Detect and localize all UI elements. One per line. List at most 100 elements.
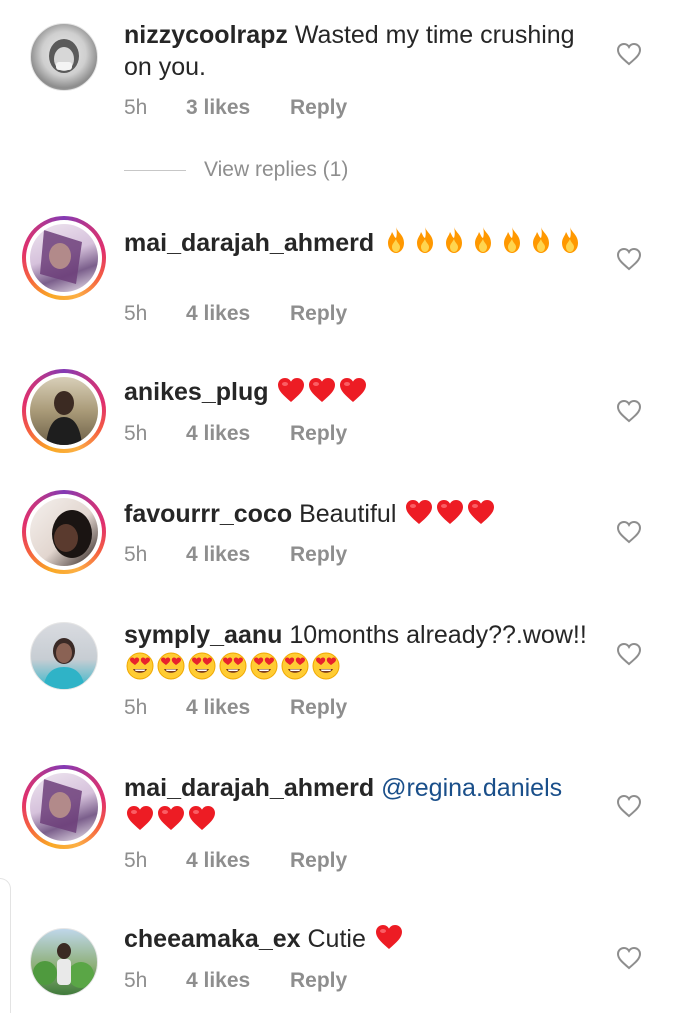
comment-username[interactable]: mai_darajah_ahmerd — [124, 229, 374, 257]
red-heart-emoji-icon — [404, 498, 434, 534]
avatar[interactable] — [22, 765, 106, 849]
comment-time: 5h — [124, 543, 148, 566]
heart-outline-icon[interactable] — [616, 520, 642, 544]
comment-meta: 5h 4 likes Reply — [124, 543, 347, 567]
avatar-photo — [43, 638, 85, 689]
comment-text: mai_darajah_ahmerd — [124, 225, 594, 263]
comment-meta: 5h 4 likes Reply — [124, 696, 347, 720]
reply-button[interactable]: Reply — [290, 422, 347, 446]
comment-likes[interactable]: 3 likes — [186, 96, 290, 120]
reply-button[interactable]: Reply — [290, 696, 347, 720]
comment-text: nizzycoolrapz Wasted my time crushing on… — [124, 19, 594, 83]
heart-eyes-emoji-icon — [280, 651, 310, 689]
red-heart-emoji-icon — [276, 376, 306, 412]
red-heart-emoji-icon — [374, 923, 404, 959]
view-replies-label: View replies (1) — [204, 158, 349, 181]
comment-emoji — [124, 652, 341, 683]
avatar[interactable] — [30, 928, 98, 996]
avatar-photo — [52, 510, 92, 558]
avatar[interactable] — [30, 622, 98, 690]
heart-outline-icon[interactable] — [616, 946, 642, 970]
heart-outline-icon[interactable] — [616, 642, 642, 666]
red-heart-emoji-icon — [156, 804, 186, 840]
comment-likes[interactable]: 4 likes — [186, 302, 290, 326]
comment-time: 5h — [124, 849, 148, 872]
comment-time: 5h — [124, 96, 148, 119]
avatar-photo — [46, 391, 82, 445]
comment-likes[interactable]: 4 likes — [186, 849, 290, 873]
comment-text: favourrr_coco Beautiful — [124, 498, 594, 534]
divider-line — [124, 169, 186, 171]
comment-username[interactable]: anikes_plug — [124, 378, 269, 406]
comment-time: 5h — [124, 696, 148, 719]
heart-outline-icon[interactable] — [616, 399, 642, 423]
comment-emoji — [381, 227, 584, 257]
avatar-photo — [49, 39, 79, 73]
fire-emoji-icon — [411, 225, 439, 263]
reply-button[interactable]: Reply — [290, 969, 347, 993]
comment-emoji — [373, 925, 404, 953]
view-replies-button[interactable]: View replies (1) — [124, 158, 348, 182]
comment-likes[interactable]: 4 likes — [186, 422, 290, 446]
comment-body: 10months already??.wow!! — [289, 621, 587, 649]
heart-outline-icon[interactable] — [616, 794, 642, 818]
comment-emoji — [275, 378, 368, 406]
comment-meta: 5h 4 likes Reply — [124, 302, 347, 326]
red-heart-emoji-icon — [435, 498, 465, 534]
heart-eyes-emoji-icon — [311, 651, 341, 689]
comment-meta: 5h 4 likes Reply — [124, 422, 347, 446]
fire-emoji-icon — [498, 225, 526, 263]
comment-emoji — [124, 806, 217, 834]
reply-button[interactable]: Reply — [290, 96, 347, 120]
reply-button[interactable]: Reply — [290, 302, 347, 326]
red-heart-emoji-icon — [338, 376, 368, 412]
comment-text: symply_aanu 10months already??.wow!! — [124, 619, 594, 689]
comment-username[interactable]: nizzycoolrapz — [124, 21, 288, 49]
comment-emoji — [403, 500, 496, 528]
mention-link[interactable]: @regina.daniels — [381, 774, 562, 802]
comment-text: mai_darajah_ahmerd @regina.daniels — [124, 772, 594, 840]
heart-eyes-emoji-icon — [249, 651, 279, 689]
comment-meta: 5h 4 likes Reply — [124, 849, 347, 873]
heart-outline-icon[interactable] — [616, 247, 642, 271]
comment-username[interactable]: mai_darajah_ahmerd — [124, 774, 374, 802]
fire-emoji-icon — [556, 225, 584, 263]
red-heart-emoji-icon — [125, 804, 155, 840]
comment-body: Cutie — [307, 925, 366, 953]
avatar-photo — [40, 779, 82, 833]
red-heart-emoji-icon — [466, 498, 496, 534]
comment-meta: 5h 4 likes Reply — [124, 969, 347, 993]
red-heart-emoji-icon — [307, 376, 337, 412]
heart-outline-icon[interactable] — [616, 42, 642, 66]
red-heart-emoji-icon — [187, 804, 217, 840]
panel-edge — [0, 878, 11, 1013]
comment-likes[interactable]: 4 likes — [186, 696, 290, 720]
avatar[interactable] — [22, 216, 106, 300]
heart-eyes-emoji-icon — [187, 651, 217, 689]
comment-text: cheeamaka_ex Cutie — [124, 923, 594, 959]
avatar[interactable] — [22, 369, 106, 453]
avatar-photo — [40, 230, 82, 284]
comment-meta: 5h 3 likes Reply — [124, 96, 347, 120]
fire-emoji-icon — [440, 225, 468, 263]
avatar-photo — [33, 943, 94, 988]
reply-button[interactable]: Reply — [290, 849, 347, 873]
heart-eyes-emoji-icon — [156, 651, 186, 689]
comment-username[interactable]: symply_aanu — [124, 621, 282, 649]
avatar[interactable] — [30, 23, 98, 91]
comment-text: anikes_plug — [124, 376, 594, 412]
comment-body: Beautiful — [299, 500, 397, 528]
comment-username[interactable]: cheeamaka_ex — [124, 925, 301, 953]
comment-username[interactable]: favourrr_coco — [124, 500, 292, 528]
comment-time: 5h — [124, 422, 148, 445]
fire-emoji-icon — [469, 225, 497, 263]
reply-button[interactable]: Reply — [290, 543, 347, 567]
avatar[interactable] — [22, 490, 106, 574]
heart-eyes-emoji-icon — [125, 651, 155, 689]
fire-emoji-icon — [382, 225, 410, 263]
comment-time: 5h — [124, 302, 148, 325]
comment-likes[interactable]: 4 likes — [186, 969, 290, 993]
comment-likes[interactable]: 4 likes — [186, 543, 290, 567]
heart-eyes-emoji-icon — [218, 651, 248, 689]
comment-time: 5h — [124, 969, 148, 992]
